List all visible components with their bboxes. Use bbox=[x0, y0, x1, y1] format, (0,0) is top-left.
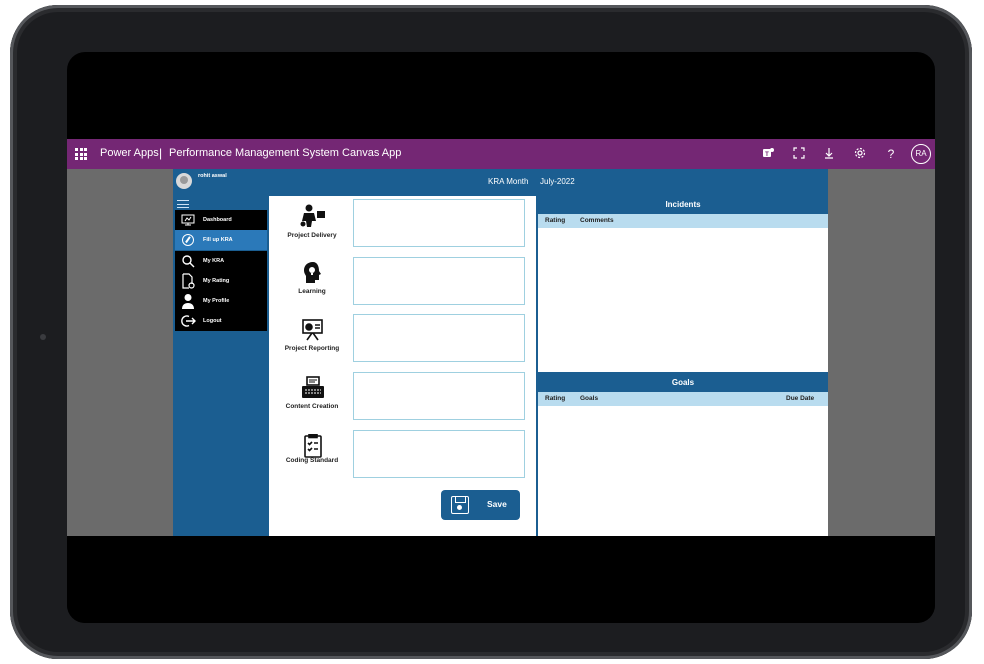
checklist-icon bbox=[299, 433, 325, 458]
canvas-area: rohit aswal KRA Month July-2022 Dashboar… bbox=[67, 169, 935, 536]
kra-row-content-creation: Content Creation bbox=[269, 372, 536, 424]
right-panel: Incidents Rating Comments Goals Rating G… bbox=[538, 196, 828, 536]
kra-row-coding-standard: Coding Standard bbox=[269, 430, 536, 482]
kra-label: Project Reporting bbox=[284, 345, 340, 352]
kra-label: Coding Standard bbox=[285, 457, 339, 464]
sidebar-item-logout[interactable]: Logout bbox=[175, 311, 267, 332]
kra-label: Learning bbox=[298, 288, 326, 295]
download-icon[interactable] bbox=[821, 146, 837, 164]
sidebar-item-my-kra[interactable]: My KRA bbox=[175, 250, 267, 271]
delivery-person-icon bbox=[299, 203, 325, 227]
user-avatar-initials[interactable]: RA bbox=[911, 144, 931, 164]
sidebar-item-my-profile[interactable]: My Profile bbox=[175, 291, 267, 312]
coding-standard-input[interactable] bbox=[353, 430, 525, 478]
search-icon bbox=[179, 253, 197, 269]
kra-row-project-delivery: Project Delivery bbox=[269, 199, 536, 251]
sidebar-nav: Dashboard Fill up KRA My KRA My Rating M… bbox=[175, 210, 267, 332]
fit-screen-icon[interactable] bbox=[791, 146, 807, 164]
kra-label: Project Delivery bbox=[287, 232, 337, 239]
kra-month-label: KRA Month bbox=[488, 177, 529, 186]
sidebar-item-label: Dashboard bbox=[203, 217, 232, 223]
person-icon bbox=[179, 293, 197, 310]
sidebar-item-label: My Profile bbox=[203, 298, 230, 305]
project-delivery-input[interactable] bbox=[353, 199, 525, 247]
svg-text:T: T bbox=[765, 152, 769, 158]
dashboard-icon bbox=[179, 212, 197, 228]
sidebar-item-fill-up-kra[interactable]: Fill up KRA bbox=[175, 230, 267, 251]
goals-title: Goals bbox=[538, 374, 828, 392]
app-header: rohit aswal KRA Month July-2022 bbox=[173, 169, 828, 193]
save-button[interactable]: Save bbox=[441, 490, 520, 520]
incidents-column-header: Rating Comments bbox=[538, 214, 828, 228]
camera-icon bbox=[40, 334, 46, 340]
incidents-list[interactable] bbox=[538, 228, 828, 372]
app-canvas: rohit aswal KRA Month July-2022 Dashboar… bbox=[173, 169, 828, 536]
goals-column-header: Rating Goals Due Date bbox=[538, 392, 828, 406]
sidebar-item-label: Logout bbox=[203, 318, 222, 325]
column-rating: Rating bbox=[545, 395, 566, 402]
column-rating: Rating bbox=[545, 217, 566, 224]
sidebar-item-label: My KRA bbox=[203, 257, 225, 264]
column-due-date: Due Date bbox=[786, 395, 815, 402]
kra-month-value: July-2022 bbox=[540, 177, 575, 186]
sidebar-item-label: Fill up KRA bbox=[203, 237, 233, 244]
goals-list[interactable] bbox=[538, 406, 828, 536]
hamburger-menu-icon[interactable] bbox=[177, 200, 189, 208]
document-icon bbox=[179, 273, 197, 289]
settings-icon[interactable] bbox=[852, 146, 868, 164]
project-reporting-input[interactable] bbox=[353, 314, 525, 362]
screen-bottom-area bbox=[67, 536, 935, 623]
kra-form-panel: Project Delivery Learning Project Report… bbox=[269, 196, 536, 536]
kra-row-project-reporting: Project Reporting bbox=[269, 314, 536, 366]
avatar bbox=[176, 173, 192, 189]
floppy-disk-icon bbox=[451, 496, 469, 514]
help-icon[interactable]: ? bbox=[883, 146, 899, 162]
teams-icon[interactable]: T bbox=[760, 146, 776, 164]
head-bulb-icon bbox=[299, 261, 325, 285]
incidents-title: Incidents bbox=[538, 196, 828, 214]
tablet-frame: Power Apps | Performance Management Syst… bbox=[10, 5, 972, 659]
tablet-screen: Power Apps | Performance Management Syst… bbox=[67, 52, 935, 623]
content-creation-input[interactable] bbox=[353, 372, 525, 420]
power-apps-topbar: Power Apps | Performance Management Syst… bbox=[67, 139, 935, 169]
compass-icon bbox=[179, 232, 197, 248]
learning-input[interactable] bbox=[353, 257, 525, 305]
typewriter-icon bbox=[299, 376, 325, 400]
save-button-label: Save bbox=[487, 499, 507, 509]
app-title: Performance Management System Canvas App bbox=[169, 147, 402, 159]
sidebar-item-my-rating[interactable]: My Rating bbox=[175, 270, 267, 291]
sidebar-item-dashboard[interactable]: Dashboard bbox=[175, 210, 267, 230]
title-separator: | bbox=[159, 146, 163, 160]
column-comments: Comments bbox=[580, 217, 614, 224]
sidebar-item-label: My Rating bbox=[203, 277, 230, 284]
user-name: rohit aswal bbox=[198, 173, 227, 179]
brand-label[interactable]: Power Apps bbox=[100, 147, 159, 159]
kra-label: Content Creation bbox=[285, 403, 339, 410]
app-launcher-icon[interactable] bbox=[75, 148, 87, 160]
logout-icon bbox=[179, 313, 197, 329]
kra-row-learning: Learning bbox=[269, 257, 536, 309]
presentation-icon bbox=[299, 318, 325, 342]
column-goals: Goals bbox=[580, 395, 599, 402]
